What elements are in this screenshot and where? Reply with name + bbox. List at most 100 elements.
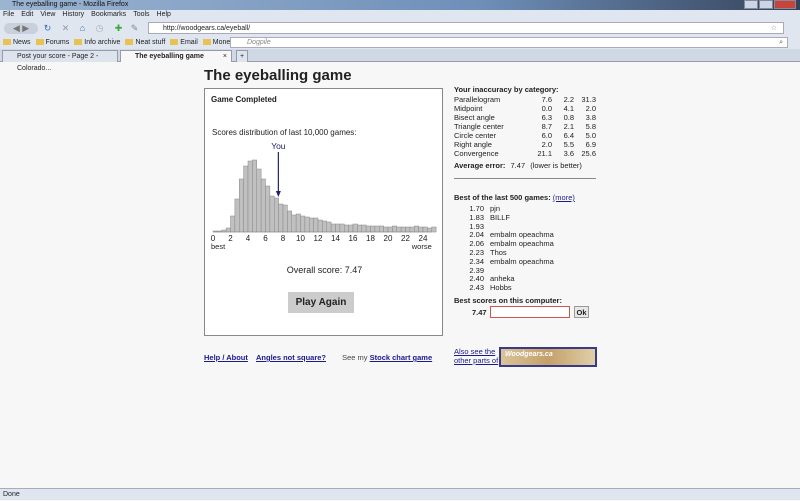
url-bar[interactable]: http://woodgears.ca/eyeball/ ☆	[148, 22, 784, 34]
histogram-bar	[256, 168, 262, 233]
player-name: embalm opeachma	[490, 239, 554, 249]
histogram-bar	[252, 159, 257, 233]
status-text: Done	[3, 491, 20, 498]
also-see-link[interactable]: Also see the other parts of	[454, 347, 498, 365]
x-tick-label: 18	[366, 234, 375, 243]
histogram-bar	[260, 178, 266, 233]
local-score: 7.47	[472, 308, 487, 317]
search-icon[interactable]: ⌕	[779, 38, 783, 48]
close-tab-icon[interactable]: ×	[223, 51, 227, 63]
home-icon[interactable]: ⌂	[77, 23, 88, 34]
category-value: 31.3	[581, 95, 596, 104]
category-value: 8.7	[541, 122, 552, 131]
tab-post-score[interactable]: Post your score - Page 2 - Colorado...	[2, 50, 118, 72]
stop-icon[interactable]: ✕	[60, 23, 71, 34]
tool-icon[interactable]: ✎	[129, 23, 140, 34]
player-name: BILLF	[490, 212, 511, 222]
histogram-bar	[278, 203, 284, 233]
download-icon[interactable]: ✚	[113, 23, 124, 34]
menu-help[interactable]: Help	[157, 10, 171, 20]
player-name: Hobbs	[490, 283, 512, 293]
best-label: best	[211, 242, 226, 251]
bookmark-news[interactable]: News	[3, 36, 31, 49]
score-value: 2.23	[469, 247, 484, 257]
bookmark-star-icon[interactable]: ☆	[771, 23, 777, 34]
category-row: Bisect angle 6.3 0.8 3.8	[454, 113, 596, 122]
menu-tools[interactable]: Tools	[133, 10, 149, 20]
category-value: 3.8	[585, 113, 596, 122]
play-again-button[interactable]: Play Again	[288, 292, 354, 313]
histogram-bar	[414, 225, 419, 233]
reload-icon[interactable]: ↻	[42, 23, 53, 34]
you-marker-label: You	[271, 141, 286, 151]
best-score-row: 1.93	[454, 222, 602, 231]
menu-edit[interactable]: Edit	[21, 10, 33, 20]
maximize-button[interactable]	[759, 0, 773, 9]
x-tick-label: 6	[263, 234, 268, 243]
search-placeholder: Dogpile	[247, 39, 271, 46]
search-input[interactable]: Dogpile ⌕	[230, 37, 788, 48]
category-value: 6.3	[541, 113, 552, 122]
folder-icon	[3, 39, 11, 46]
woodgears-logo[interactable]: Woodgears.ca	[499, 347, 597, 367]
histogram-bar	[365, 225, 371, 233]
histogram-bar	[243, 165, 249, 233]
menu-history[interactable]: History	[62, 10, 84, 20]
histogram-bar	[418, 226, 424, 233]
score-value: 2.40	[469, 274, 484, 284]
best-score-row: 2.23 Thos	[454, 248, 602, 257]
close-button[interactable]	[774, 0, 796, 9]
histogram-bar	[230, 215, 236, 233]
x-tick-label: 4	[246, 234, 251, 243]
help-about-link[interactable]: Help / About	[204, 353, 248, 362]
inaccuracy-heading: Your inaccuracy by category:	[454, 85, 559, 94]
category-value: 21.1	[537, 149, 552, 158]
bookmark-forums[interactable]: Forums	[35, 36, 69, 49]
histogram-bar	[234, 198, 240, 233]
menu-file[interactable]: File	[3, 10, 14, 20]
category-value: 4.1	[563, 104, 574, 113]
minimize-button[interactable]	[744, 0, 758, 9]
back-forward-button[interactable]: ◀ ▶	[4, 23, 38, 34]
x-tick-label: 16	[349, 234, 358, 243]
histogram-bar	[370, 225, 376, 233]
inaccuracy-panel: Your inaccuracy by category: Parallelogr…	[454, 85, 602, 179]
histogram-bar	[291, 214, 297, 233]
category-value: 2.2	[563, 95, 574, 104]
best-score-row: 2.39	[454, 266, 602, 275]
page-title: The eyeballing game	[204, 67, 352, 84]
menu-bookmarks[interactable]: Bookmarks	[91, 10, 126, 20]
bookmark-info-archive[interactable]: Info archive	[74, 36, 120, 49]
angles-link[interactable]: Angles not square?	[256, 353, 326, 362]
bookmark-email[interactable]: Email	[170, 36, 198, 49]
histogram-bar	[317, 219, 323, 233]
category-row: Circle center 6.0 6.4 5.0	[454, 131, 596, 140]
stock-chart-link[interactable]: Stock chart game	[370, 353, 433, 362]
folder-icon	[202, 39, 211, 46]
divider	[454, 178, 596, 179]
ok-button[interactable]: Ok	[574, 306, 589, 318]
name-input[interactable]	[490, 306, 570, 318]
category-row: Triangle center 8.7 2.1 5.8	[454, 122, 596, 131]
tab-eyeballing-game[interactable]: The eyeballing game ×	[120, 50, 232, 62]
best-score-row: 2.34 embalm opeachma	[454, 257, 602, 266]
x-tick-label: 20	[384, 234, 393, 243]
bookmark-neat-stuff[interactable]: Neat stuff	[125, 36, 165, 49]
histogram-bar	[265, 185, 271, 233]
best-score-row: 2.40 anheka	[454, 274, 602, 283]
overall-score: Overall score: 7.47	[286, 265, 363, 275]
game-panel: Game Completed Scores distribution of la…	[204, 88, 443, 336]
more-link[interactable]: (more)	[553, 193, 575, 202]
histogram-bar	[392, 225, 397, 233]
history-icon[interactable]: ◷	[94, 23, 105, 34]
histogram-bar	[387, 226, 393, 233]
folder-icon	[35, 39, 44, 46]
best-score-row: 1.83 BILLF	[454, 213, 602, 222]
best-score-row: 2.06 embalm opeachma	[454, 239, 602, 248]
histogram-bar	[383, 226, 389, 233]
score-value: 1.93	[469, 221, 484, 231]
menu-view[interactable]: View	[40, 10, 55, 20]
x-tick-label: 14	[331, 234, 340, 243]
new-tab-button[interactable]: +	[236, 50, 248, 62]
category-value: 2.0	[541, 140, 552, 149]
